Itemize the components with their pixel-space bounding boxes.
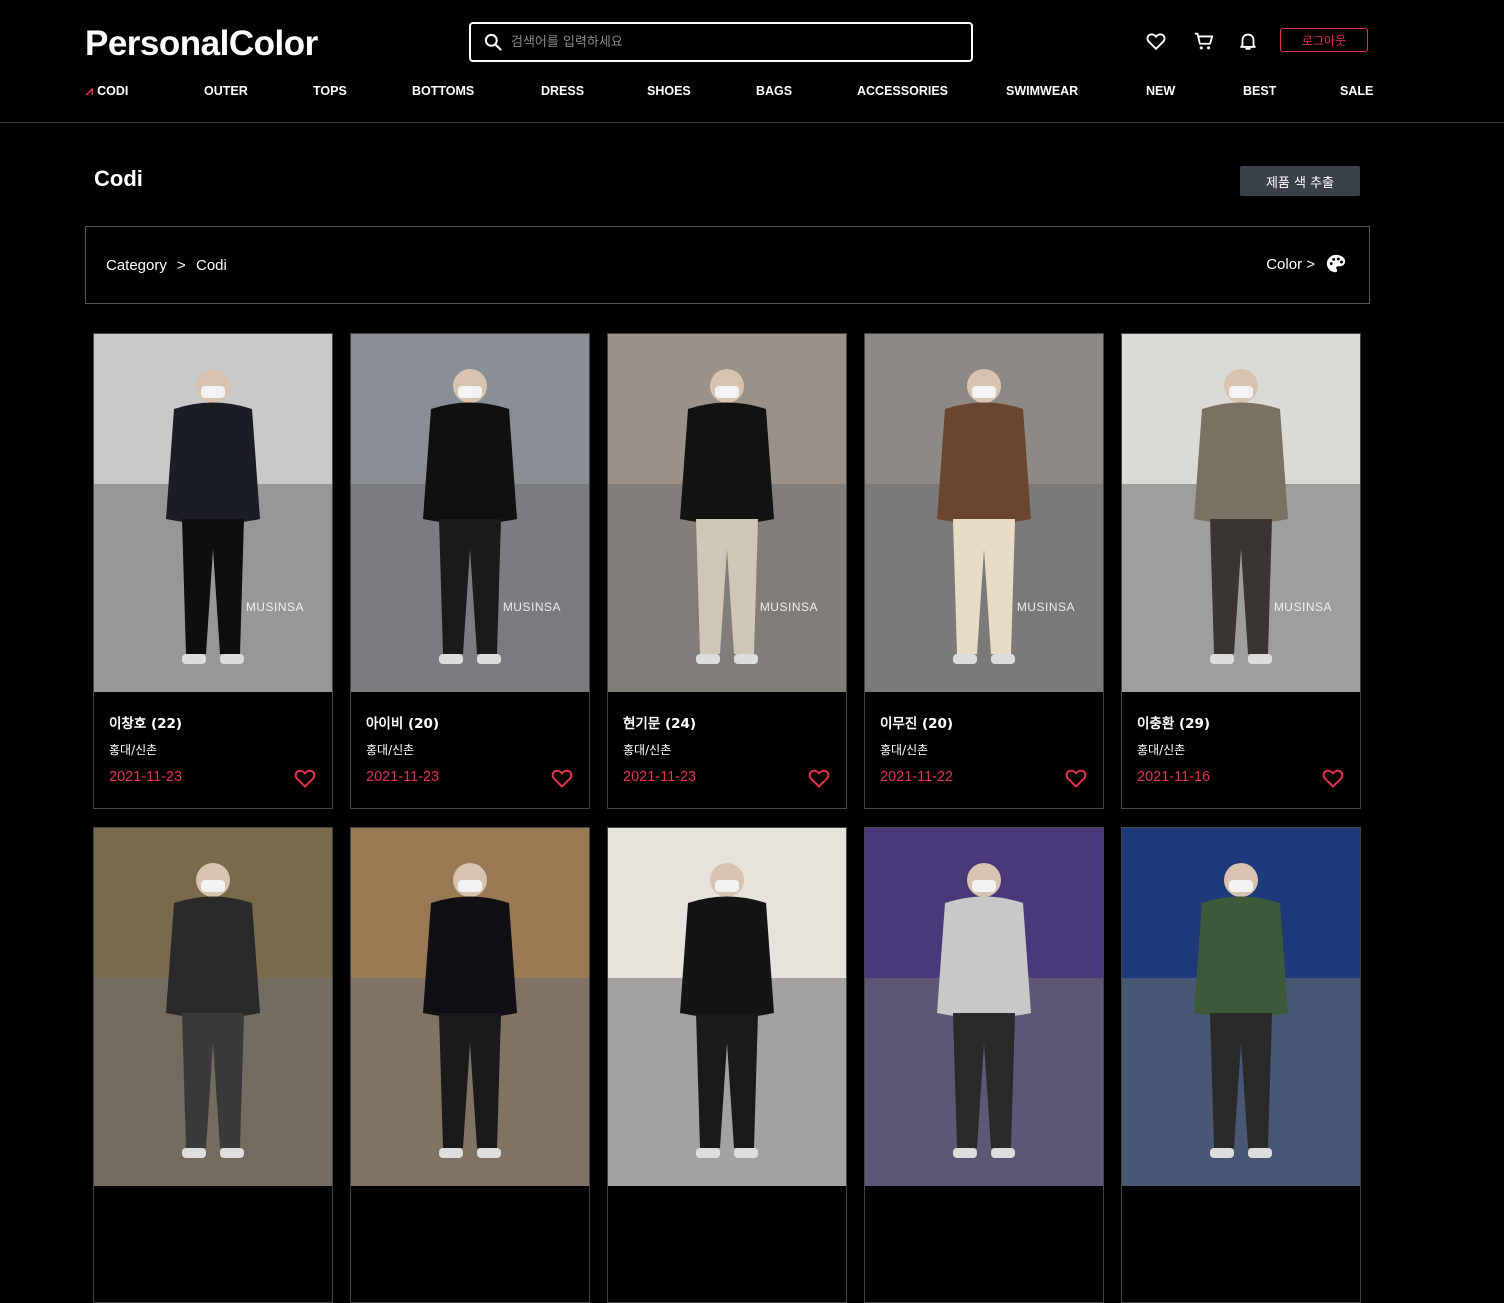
nav-item-swimwear[interactable]: SWIMWEAR — [1006, 84, 1078, 98]
watermark-text: MUSINSA — [502, 600, 561, 614]
nav-item-new[interactable]: NEW — [1146, 84, 1175, 98]
like-heart-icon[interactable] — [293, 766, 317, 790]
nav-item-tops[interactable]: TOPS — [313, 84, 347, 98]
nav-item-accessories[interactable]: ACCESSORIES — [857, 84, 948, 98]
location-text: 홍대/신촌 — [1137, 743, 1186, 757]
heart-icon[interactable] — [1145, 30, 1167, 52]
like-heart-icon[interactable] — [550, 766, 574, 790]
nav-item-shoes[interactable]: SHOES — [647, 84, 691, 98]
site-logo[interactable]: PersonalColor — [85, 24, 318, 64]
codi-card[interactable] — [93, 827, 333, 1303]
search-bar[interactable] — [469, 22, 973, 62]
location-text: 홍대/신촌 — [109, 743, 158, 757]
codi-photo[interactable] — [608, 828, 846, 1186]
post-date: 2021-11-22 — [880, 769, 954, 785]
page-title: Codi — [94, 166, 143, 191]
location-text: 홍대/신촌 — [366, 743, 415, 757]
codi-card[interactable] — [864, 827, 1104, 1303]
codi-photo[interactable] — [608, 334, 846, 692]
like-heart-icon[interactable] — [807, 766, 831, 790]
codi-card[interactable]: MUSINSA 이창호 (22) 홍대/신촌 2021-11-23 — [93, 333, 333, 809]
extract-color-button[interactable]: 제품 색 추출 — [1240, 166, 1360, 196]
nav-item-outer[interactable]: OUTER — [204, 84, 248, 98]
watermark-text: MUSINSA — [245, 600, 304, 614]
watermark-text: MUSINSA — [1273, 600, 1332, 614]
location-text: 홍대/신촌 — [623, 743, 672, 757]
color-filter-link[interactable]: Color > — [1266, 253, 1347, 275]
model-name: 이충환 (29) — [1137, 716, 1211, 732]
breadcrumb-separator: > — [177, 257, 186, 274]
location-text: 홍대/신촌 — [880, 743, 929, 757]
codi-card[interactable]: MUSINSA 이충환 (29) 홍대/신촌 2021-11-16 — [1121, 333, 1361, 809]
codi-photo[interactable] — [1122, 334, 1360, 692]
codi-card[interactable]: MUSINSA 이무진 (20) 홍대/신촌 2021-11-22 — [864, 333, 1104, 809]
hanger-icon: ⩘ — [86, 84, 94, 98]
watermark-text: MUSINSA — [759, 600, 818, 614]
codi-card[interactable] — [1121, 827, 1361, 1303]
codi-card[interactable]: MUSINSA 아이비 (20) 홍대/신촌 2021-11-23 — [350, 333, 590, 809]
codi-photo[interactable] — [351, 334, 589, 692]
codi-photo[interactable] — [865, 334, 1103, 692]
breadcrumb: Category > Codi — [106, 257, 233, 274]
codi-photo[interactable] — [865, 828, 1103, 1186]
codi-photo[interactable] — [351, 828, 589, 1186]
palette-icon — [1326, 254, 1346, 273]
codi-card[interactable]: MUSINSA 현기문 (24) 홍대/신촌 2021-11-23 — [607, 333, 847, 809]
codi-photo[interactable] — [94, 828, 332, 1186]
category-nav: ⩘ CODI OUTER TOPS BOTTOMS DRESS SHOES BAG… — [0, 84, 1504, 100]
nav-item-bags[interactable]: BAGS — [756, 84, 792, 98]
post-date: 2021-11-23 — [623, 769, 697, 785]
search-icon — [484, 33, 502, 51]
search-input[interactable] — [509, 33, 953, 51]
nav-item-sale[interactable]: SALE — [1340, 84, 1373, 98]
color-filter-label: Color > — [1266, 255, 1315, 273]
logout-button[interactable]: 로그아웃 — [1280, 28, 1368, 52]
like-heart-icon[interactable] — [1321, 766, 1345, 790]
codi-card[interactable] — [607, 827, 847, 1303]
codi-photo[interactable] — [1122, 828, 1360, 1186]
post-date: 2021-11-16 — [1137, 769, 1211, 785]
nav-item-bottoms[interactable]: BOTTOMS — [412, 84, 474, 98]
model-name: 아이비 (20) — [366, 716, 440, 732]
post-date: 2021-11-23 — [109, 769, 183, 785]
nav-item-codi[interactable]: ⩘ CODI — [86, 84, 128, 99]
codi-card[interactable] — [350, 827, 590, 1303]
model-name: 이무진 (20) — [880, 716, 954, 732]
breadcrumb-bar: Category > Codi Color > — [85, 226, 1370, 304]
watermark-text: MUSINSA — [1016, 600, 1075, 614]
nav-item-dress[interactable]: DRESS — [541, 84, 584, 98]
breadcrumb-current: Codi — [195, 257, 227, 274]
nav-item-best[interactable]: BEST — [1243, 84, 1276, 98]
post-date: 2021-11-23 — [366, 769, 440, 785]
bell-icon[interactable] — [1237, 30, 1259, 52]
model-name: 현기문 (24) — [623, 716, 697, 732]
breadcrumb-category[interactable]: Category — [106, 257, 167, 274]
codi-photo[interactable] — [94, 334, 332, 692]
cart-icon[interactable] — [1193, 30, 1215, 52]
header-divider — [0, 122, 1504, 123]
like-heart-icon[interactable] — [1064, 766, 1088, 790]
model-name: 이창호 (22) — [109, 716, 183, 732]
